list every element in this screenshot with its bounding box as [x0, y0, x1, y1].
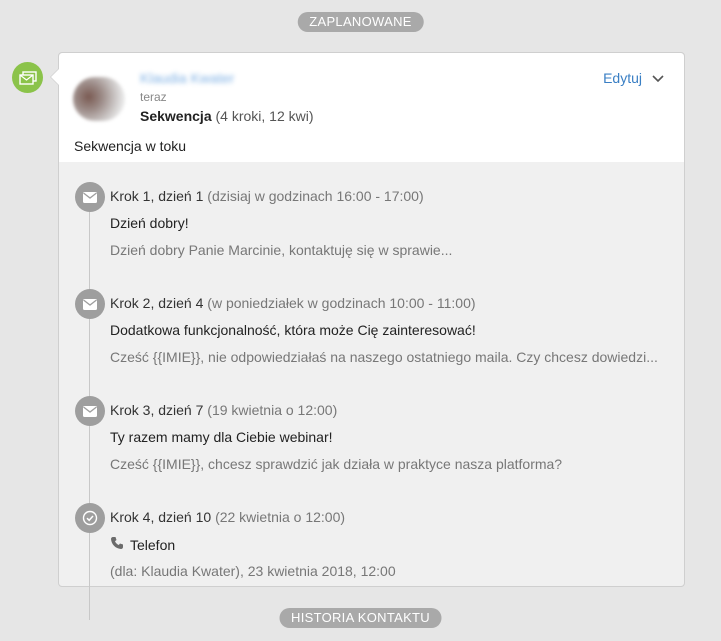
- sequence-status: Sekwencja w toku: [74, 138, 187, 154]
- step-when: (19 kwietnia o 12:00): [207, 402, 338, 418]
- edit-label[interactable]: Edytuj: [603, 70, 642, 86]
- contact-history-label[interactable]: HISTORIA KONTAKTU: [279, 608, 442, 628]
- step-title: Krok 1, dzień 1 (dzisiaj w godzinach 16:…: [110, 188, 424, 204]
- step-when: (22 kwietnia o 12:00): [215, 509, 346, 525]
- step-title: Krok 4, dzień 10 (22 kwietnia o 12:00): [110, 509, 345, 525]
- step-subject[interactable]: Dzień dobry!: [110, 215, 189, 231]
- sequence-name[interactable]: Sekwencja: [140, 108, 212, 124]
- step-name: Krok 3, dzień 7: [110, 402, 204, 418]
- step-preview: Cześć {{IMIE}}, chcesz sprawdzić jak dzi…: [110, 456, 563, 472]
- step-title: Krok 3, dzień 7 (19 kwietnia o 12:00): [110, 402, 337, 418]
- step-name: Krok 2, dzień 4: [110, 295, 204, 311]
- chevron-down-icon[interactable]: [652, 70, 664, 86]
- step-when: (w poniedziałek w godzinach 10:00 - 11:0…: [207, 295, 476, 311]
- scheduled-label: ZAPLANOWANE: [297, 12, 424, 32]
- step-item: Krok 1, dzień 1 (dzisiaj w godzinach 16:…: [59, 172, 684, 279]
- author-name[interactable]: Klaudia Kwater: [140, 70, 234, 86]
- edit-dropdown[interactable]: Edytuj: [603, 70, 664, 86]
- envelope-icon: [75, 182, 105, 212]
- step-item: Krok 3, dzień 7 (19 kwietnia o 12:00) Ty…: [59, 386, 684, 493]
- step-list: Krok 1, dzień 1 (dzisiaj w godzinach 16:…: [59, 162, 684, 620]
- step-subject[interactable]: Ty razem mamy dla Ciebie webinar!: [110, 429, 333, 445]
- envelope-icon: [75, 289, 105, 319]
- avatar: [73, 77, 125, 121]
- sequence-info: Sekwencja (4 kroki, 12 kwi): [140, 108, 314, 124]
- sequence-card: Klaudia Kwater teraz Sekwencja (4 kroki,…: [50, 52, 685, 620]
- step-item: Krok 2, dzień 4 (w poniedziałek w godzin…: [59, 279, 684, 386]
- sequence-meta: (4 kroki, 12 kwi): [215, 108, 314, 124]
- step-preview: (dla: Klaudia Kwater), 23 kwietnia 2018,…: [110, 563, 396, 579]
- task-type[interactable]: Telefon: [130, 537, 175, 553]
- step-subject[interactable]: Dodatkowa funkcjonalność, która może Cię…: [110, 322, 476, 338]
- step-title: Krok 2, dzień 4 (w poniedziałek w godzin…: [110, 295, 476, 311]
- check-circle-icon: [75, 503, 105, 533]
- step-preview: Cześć {{IMIE}}, nie odpowiedziałaś na na…: [110, 349, 658, 365]
- card-header: Klaudia Kwater teraz Sekwencja (4 kroki,…: [59, 53, 684, 162]
- step-task: Telefon: [110, 536, 175, 553]
- step-name: Krok 1, dzień 1: [110, 188, 204, 204]
- timestamp: teraz: [140, 90, 167, 104]
- step-name: Krok 4, dzień 10: [110, 509, 212, 525]
- phone-icon: [110, 536, 124, 553]
- card-pointer: [50, 68, 59, 86]
- sequence-badge-icon: [12, 62, 43, 93]
- step-preview: Dzień dobry Panie Marcinie, kontaktuję s…: [110, 242, 453, 258]
- envelope-icon: [75, 396, 105, 426]
- step-item: Krok 4, dzień 10 (22 kwietnia o 12:00) T…: [59, 493, 684, 600]
- step-when: (dzisiaj w godzinach 16:00 - 17:00): [207, 188, 424, 204]
